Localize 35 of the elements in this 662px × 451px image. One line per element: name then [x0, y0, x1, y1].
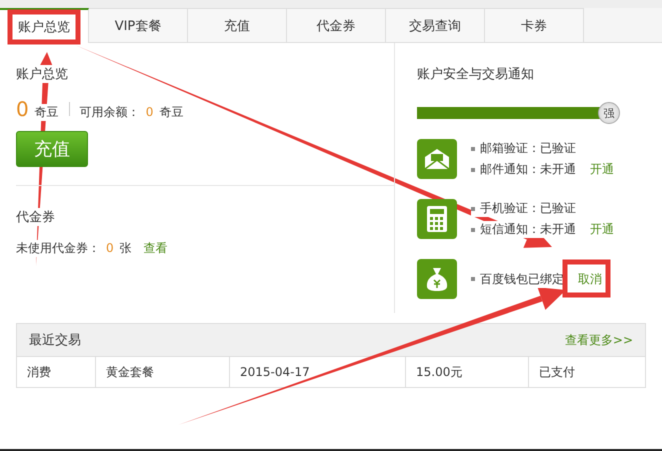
status-text: 邮件通知：未开通: [471, 161, 576, 178]
coupon-unit: 张: [120, 240, 132, 257]
available-value: 0: [146, 105, 154, 119]
table-cell-text: 已支付: [538, 364, 576, 380]
available-unit: 奇豆: [159, 104, 184, 121]
tab[interactable]: 卡券: [485, 8, 584, 42]
coupon-count: 0: [106, 241, 114, 255]
table-title: 最近交易: [29, 332, 81, 349]
highlight-frame: [562, 260, 610, 298]
action-link[interactable]: 开通: [590, 161, 614, 178]
money-bag-icon: [425, 266, 449, 292]
status-text: 短信通知：未开通: [471, 221, 576, 238]
balance-unit: 奇豆: [34, 104, 59, 121]
action-link[interactable]: 取消: [578, 270, 602, 288]
table-cell: 黄金套餐: [96, 357, 230, 387]
tab[interactable]: 代金券: [287, 8, 386, 42]
view-link[interactable]: 查看: [144, 240, 168, 257]
tab[interactable]: VIP套餐: [89, 8, 188, 42]
strength-badge: 强: [598, 102, 620, 124]
tab[interactable]: 充值: [188, 8, 287, 42]
section-title: 账户总览: [16, 65, 68, 83]
table-cell: 15.00元: [406, 357, 529, 387]
status-text: 邮箱验证：已验证: [471, 140, 576, 157]
status-text: 手机验证：已验证: [471, 200, 576, 217]
section-title: 代金券: [16, 208, 55, 226]
tab[interactable]: 交易查询: [386, 8, 485, 42]
action-link[interactable]: 开通: [590, 221, 614, 238]
section-title: 账户安全与交易通知: [417, 65, 534, 83]
calculator-icon: [427, 206, 447, 232]
balance-value: 0: [16, 97, 29, 121]
table-cell: 消费: [17, 357, 96, 387]
status-text: 百度钱包已绑定: [471, 270, 564, 288]
view-more-link[interactable]: 查看更多>>: [564, 332, 633, 348]
envelope-icon: [424, 148, 450, 170]
available-label: 可用余额：: [80, 104, 140, 121]
